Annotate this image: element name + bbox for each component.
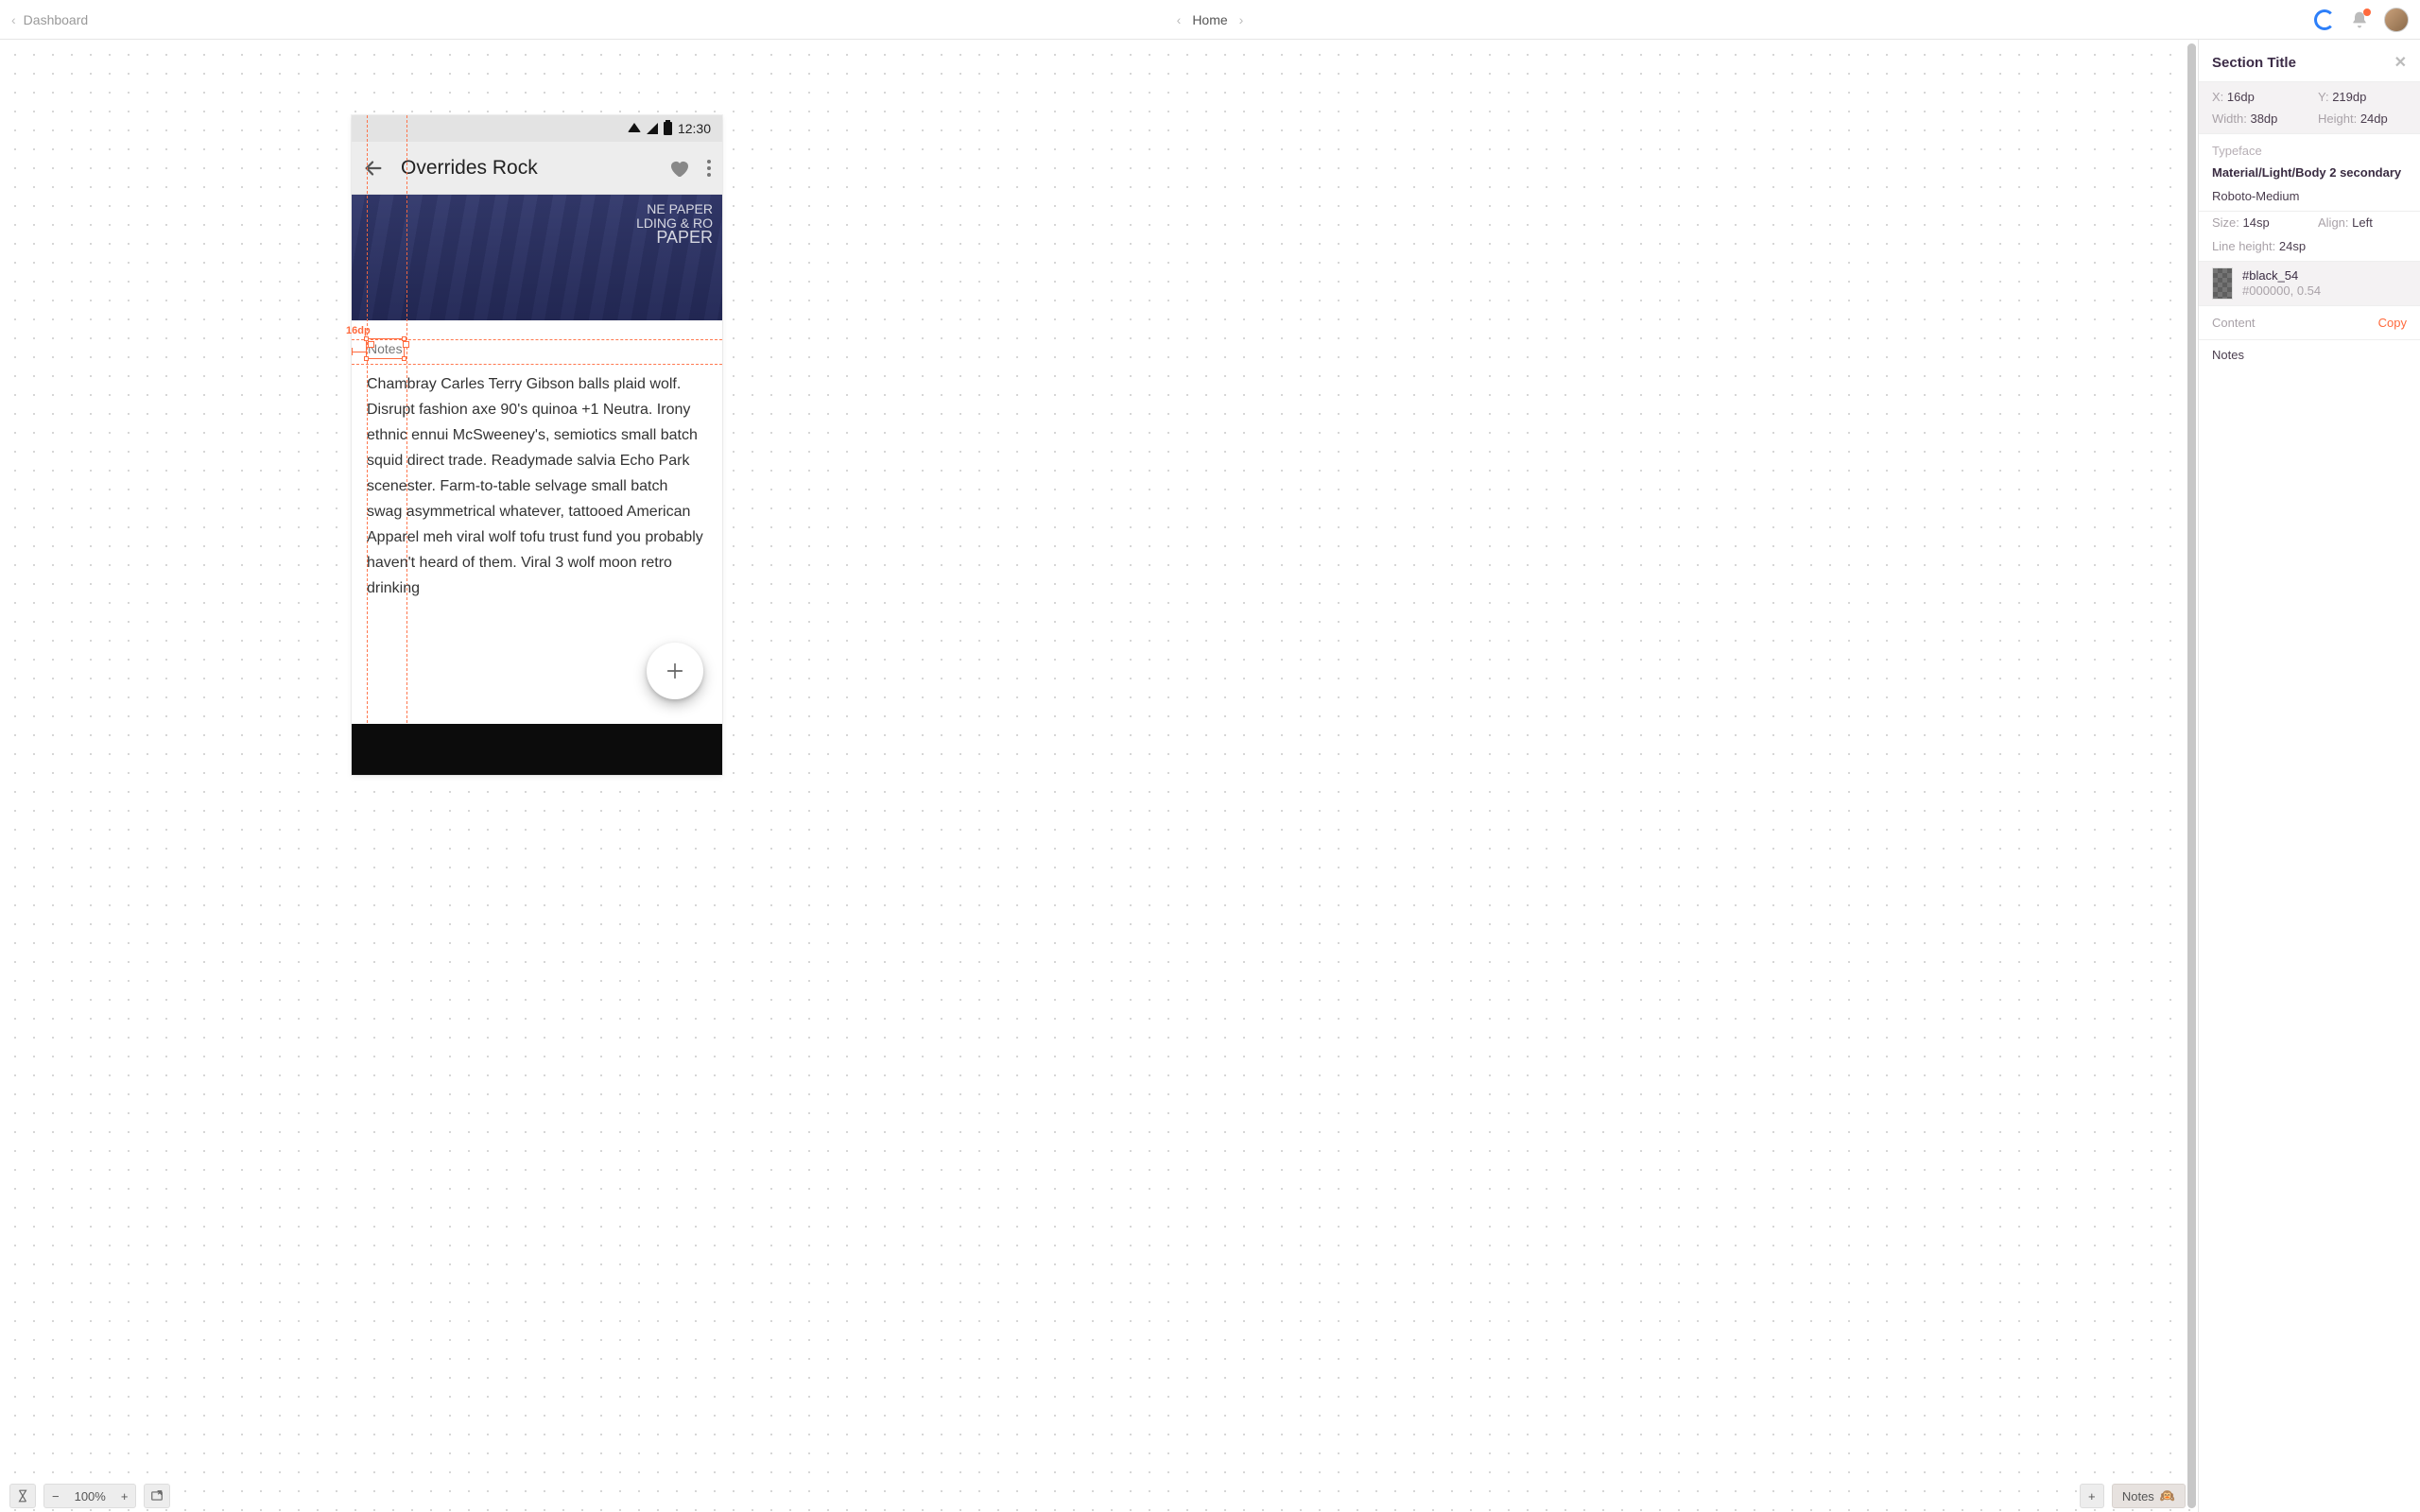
y-label: Y: xyxy=(2318,90,2329,104)
breadcrumb-current[interactable]: Home xyxy=(1192,12,1227,27)
notification-dot-icon xyxy=(2363,9,2371,16)
zoom-in-button[interactable]: + xyxy=(113,1489,136,1503)
color-row[interactable]: #black_54 #000000, 0.54 xyxy=(2199,261,2420,305)
breadcrumb-back[interactable]: Dashboard xyxy=(24,12,89,27)
section-heading-text: Notes xyxy=(368,341,403,356)
canvas-scrollbar[interactable] xyxy=(2187,43,2196,1508)
selection-handle-icon[interactable] xyxy=(364,336,369,341)
color-swatch-icon xyxy=(2212,267,2233,300)
export-button[interactable] xyxy=(144,1484,170,1508)
content-heading: Content xyxy=(2212,316,2256,330)
add-note-button[interactable]: + xyxy=(2080,1484,2104,1508)
scrollbar-thumb[interactable] xyxy=(2187,43,2196,1508)
lineheight-value: 24sp xyxy=(2279,239,2306,253)
width-value: 38dp xyxy=(2250,112,2277,126)
x-label: X: xyxy=(2212,90,2223,104)
favorite-icon[interactable] xyxy=(667,157,690,180)
loading-spinner-icon xyxy=(2314,9,2335,30)
status-time: 12:30 xyxy=(678,121,711,136)
x-value: 16dp xyxy=(2227,90,2255,104)
height-value: 24dp xyxy=(2360,112,2388,126)
lineheight-label: Line height: xyxy=(2212,239,2275,253)
notes-pill-label: Notes xyxy=(2122,1489,2154,1503)
body-copy[interactable]: Chambray Carles Terry Gibson balls plaid… xyxy=(367,371,707,601)
chevron-right-icon[interactable]: › xyxy=(1239,12,1244,27)
height-label: Height: xyxy=(2318,112,2357,126)
notes-pill[interactable]: Notes 🙉 xyxy=(2112,1484,2186,1508)
font-family: Roboto-Medium xyxy=(2199,189,2420,211)
selected-layer-section-title[interactable]: Notes xyxy=(367,339,404,358)
align-label: Align: xyxy=(2318,215,2349,230)
zoom-control: − 100% + xyxy=(43,1484,136,1508)
chevron-left-icon[interactable]: ‹ xyxy=(1177,12,1182,27)
cell-signal-icon xyxy=(647,123,658,134)
device-nav-bar xyxy=(352,724,722,775)
wifi-icon xyxy=(628,123,641,132)
avatar[interactable] xyxy=(2384,8,2409,32)
selection-handle-icon[interactable] xyxy=(402,356,406,361)
zoom-out-button[interactable]: − xyxy=(44,1489,67,1503)
topbar: ‹ Dashboard ‹ Home › xyxy=(0,0,2420,40)
battery-icon xyxy=(664,122,672,135)
artboard[interactable]: 12:30 Overrides Rock NE PAPER LDING & RO xyxy=(352,115,722,775)
overflow-menu-icon[interactable] xyxy=(707,160,711,177)
canvas[interactable]: 12:30 Overrides Rock NE PAPER LDING & RO xyxy=(0,40,2198,1512)
color-hex: #000000, 0.54 xyxy=(2242,284,2321,299)
size-value: 14sp xyxy=(2243,215,2270,230)
align-value: Left xyxy=(2352,215,2373,230)
monkey-emoji-icon: 🙉 xyxy=(2160,1488,2175,1503)
selection-handle-icon[interactable] xyxy=(364,356,369,361)
bottom-toolbar-right: + Notes 🙉 xyxy=(2080,1480,2186,1512)
notifications-button[interactable] xyxy=(2350,10,2369,29)
breadcrumb: ‹ Home › xyxy=(1177,12,1244,27)
selection-handle-icon[interactable] xyxy=(402,336,406,341)
content-value: Notes xyxy=(2199,339,2420,375)
width-label: Width: xyxy=(2212,112,2247,126)
hero-wall-text: NE PAPER LDING & RO PAPER xyxy=(636,202,713,245)
inspector-panel: Section Title ✕ X: 16dp Y: 219dp Width: … xyxy=(2198,40,2420,1512)
typeface-heading: Typeface xyxy=(2199,133,2420,163)
appbar-title: Overrides Rock xyxy=(401,157,650,180)
size-label: Size: xyxy=(2212,215,2239,230)
type-style-name: Material/Light/Body 2 secondary xyxy=(2199,163,2420,189)
dot-grid-background xyxy=(0,40,2198,1512)
zoom-level: 100% xyxy=(67,1489,113,1503)
notes-section: Notes Chambray Carles Terry Gibson balls… xyxy=(352,320,722,601)
fab-add-button[interactable] xyxy=(647,643,703,699)
close-icon[interactable]: ✕ xyxy=(2394,53,2407,72)
color-name: #black_54 xyxy=(2242,268,2321,284)
position-block: X: 16dp Y: 219dp Width: 38dp Height: 24d… xyxy=(2199,81,2420,133)
bottom-toolbar: − 100% + xyxy=(0,1480,180,1512)
y-value: 219dp xyxy=(2332,90,2366,104)
timer-button[interactable] xyxy=(9,1484,36,1508)
back-chevron-icon[interactable]: ‹ xyxy=(11,12,16,27)
inspector-title: Section Title xyxy=(2212,55,2296,71)
copy-button[interactable]: Copy xyxy=(2378,316,2407,330)
